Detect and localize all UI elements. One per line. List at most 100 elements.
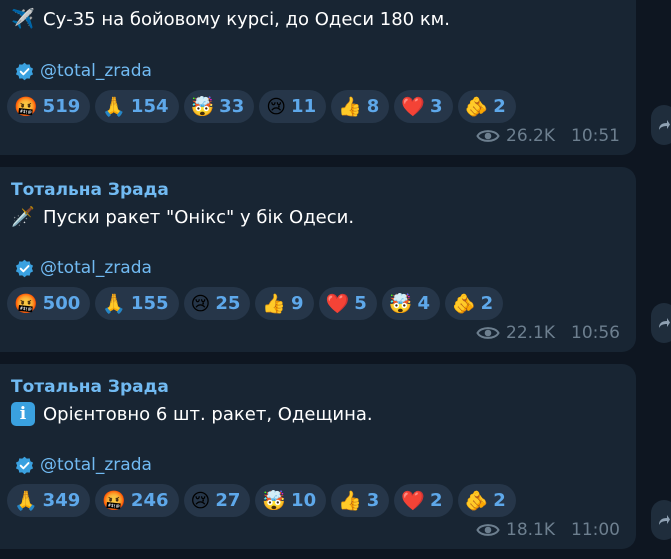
reaction-chip[interactable]: 🫵 2 [444, 287, 504, 320]
angry-face-icon: 🤬 [14, 292, 38, 315]
red-heart-icon: ❤️ [401, 489, 425, 512]
pointing-hand-icon: 🫵 [464, 95, 489, 118]
channel-handle-link[interactable]: @total_zrada [40, 258, 152, 278]
reaction-chip[interactable]: ❤️ 5 [318, 287, 377, 320]
exploding-head-icon: 🤯 [388, 292, 413, 315]
verified-badge-icon [15, 259, 34, 277]
reaction-count: 5 [354, 293, 367, 314]
reaction-chip[interactable]: 🤯 33 [183, 90, 255, 123]
reaction-chip[interactable]: 🫵 2 [457, 90, 516, 123]
reaction-count: 246 [130, 490, 169, 511]
reaction-chip[interactable]: 👍 8 [331, 90, 390, 123]
author-name[interactable]: Тотальна Зрада [11, 377, 169, 397]
message-bubble[interactable]: Тотальна Зрада i Орієнтовно 6 шт. ракет,… [0, 364, 636, 549]
reactions-bar: 🤬 519 🙏 154 🤯 33 😢 11 👍 8 ❤️ 3 🫵 2 [7, 90, 516, 123]
channel-handle-line: @total_zrada [15, 258, 152, 278]
angry-face-icon: 🤬 [102, 489, 126, 512]
red-heart-icon: ❤️ [401, 95, 425, 118]
reaction-count: 3 [366, 490, 380, 511]
jet-icon: ✈️ [11, 8, 35, 30]
reaction-chip[interactable]: 😢 11 [259, 90, 327, 123]
reaction-chip[interactable]: 🙏 155 [95, 287, 179, 320]
eye-icon [476, 130, 500, 142]
message-text-line: 🗡️ Пуски ракет "Онікс" у бік Одеси. [11, 205, 354, 229]
reaction-count: 33 [219, 96, 245, 117]
reaction-chip[interactable]: 🤬 500 [7, 287, 91, 320]
reactions-bar: 🙏 349 🤬 246 😢 27 🤯 10 👍 3 ❤️ 2 🫵 2 [7, 484, 516, 517]
verified-badge-icon [15, 456, 34, 474]
reaction-count: 11 [291, 96, 317, 117]
reaction-count: 10 [291, 490, 317, 511]
message-text: Орієнтовно 6 шт. ракет, Одещина. [43, 403, 373, 425]
message-text: Пуски ракет "Онікс" у бік Одеси. [43, 206, 355, 228]
forward-button[interactable] [651, 303, 671, 343]
reaction-count: 155 [130, 293, 169, 314]
view-count: 18.1K [506, 520, 555, 540]
reaction-chip[interactable]: 🤯 4 [381, 287, 440, 320]
reaction-chip[interactable]: ❤️ 2 [394, 484, 453, 517]
dagger-icon: 🗡️ [11, 206, 35, 228]
reaction-count: 519 [42, 96, 81, 117]
message-meta: 18.1K 11:00 [476, 520, 620, 540]
reaction-count: 3 [429, 96, 443, 117]
red-heart-icon: ❤️ [325, 292, 350, 315]
author-name[interactable]: Тотальна Зрада [11, 180, 169, 200]
forward-arrow-icon [659, 120, 670, 130]
reaction-count: 2 [493, 490, 506, 511]
thumbs-up-icon: 👍 [338, 489, 362, 512]
reaction-count: 500 [42, 293, 81, 314]
message-text-line: ✈️ Су-35 на бойовому курсі, до Одеси 180… [11, 7, 450, 31]
forward-button[interactable] [651, 500, 671, 540]
pointing-hand-icon: 🫵 [451, 292, 476, 315]
reaction-chip[interactable]: 😢 25 [183, 287, 251, 320]
crying-face-icon: 😢 [190, 292, 211, 315]
message-meta: 26.2K 10:51 [476, 126, 620, 146]
folded-hands-icon: 🙏 [102, 292, 126, 315]
reaction-count: 25 [215, 293, 241, 314]
channel-handle-link[interactable]: @total_zrada [40, 455, 152, 475]
crying-face-icon: 😢 [190, 489, 211, 512]
message-bubble[interactable]: Тотальна Зрада 🗡️ Пуски ракет "Онікс" у … [0, 167, 636, 352]
folded-hands-icon: 🙏 [102, 95, 126, 118]
message-time: 10:51 [571, 126, 620, 146]
reaction-chip[interactable]: 🤬 246 [95, 484, 179, 517]
reaction-chip[interactable]: 👍 9 [255, 287, 314, 320]
message-bubble[interactable]: ✈️ Су-35 на бойовому курсі, до Одеси 180… [0, 0, 636, 155]
reaction-chip[interactable]: 🙏 349 [7, 484, 91, 517]
reaction-chip[interactable]: 😢 27 [183, 484, 251, 517]
reaction-count: 27 [215, 490, 241, 511]
reaction-chip[interactable]: 👍 3 [331, 484, 390, 517]
reaction-count: 2 [480, 293, 494, 314]
exploding-head-icon: 🤯 [262, 489, 287, 512]
channel-handle-link[interactable]: @total_zrada [40, 61, 152, 81]
message-meta: 22.1K 10:56 [476, 323, 620, 343]
message-text-line: i Орієнтовно 6 шт. ракет, Одещина. [11, 402, 373, 426]
reaction-chip[interactable]: 🤬 519 [7, 90, 91, 123]
reaction-count: 349 [42, 490, 81, 511]
reaction-chip[interactable]: ❤️ 3 [394, 90, 453, 123]
channel-handle-line: @total_zrada [15, 455, 152, 475]
message-time: 11:00 [571, 520, 620, 540]
reaction-count: 2 [429, 490, 443, 511]
verified-badge-icon [15, 62, 34, 80]
reaction-count: 9 [291, 293, 304, 314]
reaction-count: 4 [417, 293, 430, 314]
forward-button[interactable] [651, 105, 671, 145]
reaction-chip[interactable]: 🤯 10 [255, 484, 327, 517]
info-icon: i [11, 402, 35, 426]
message-text: Су-35 на бойовому курсі, до Одеси 180 км… [43, 8, 450, 30]
thumbs-up-icon: 👍 [338, 95, 362, 118]
reaction-chip[interactable]: 🙏 154 [95, 90, 179, 123]
channel-handle-line: @total_zrada [15, 61, 152, 81]
message-time: 10:56 [571, 323, 620, 343]
thumbs-up-icon: 👍 [262, 292, 287, 315]
reaction-chip[interactable]: 🫵 2 [457, 484, 516, 517]
view-count: 22.1K [506, 323, 555, 343]
reaction-count: 2 [493, 96, 506, 117]
reaction-count: 154 [130, 96, 169, 117]
exploding-head-icon: 🤯 [190, 95, 215, 118]
crying-face-icon: 😢 [266, 95, 287, 118]
channel-feed: ✈️ Су-35 на бойовому курсі, до Одеси 180… [0, 0, 671, 559]
forward-arrow-icon [659, 318, 670, 328]
folded-hands-icon: 🙏 [14, 489, 38, 512]
